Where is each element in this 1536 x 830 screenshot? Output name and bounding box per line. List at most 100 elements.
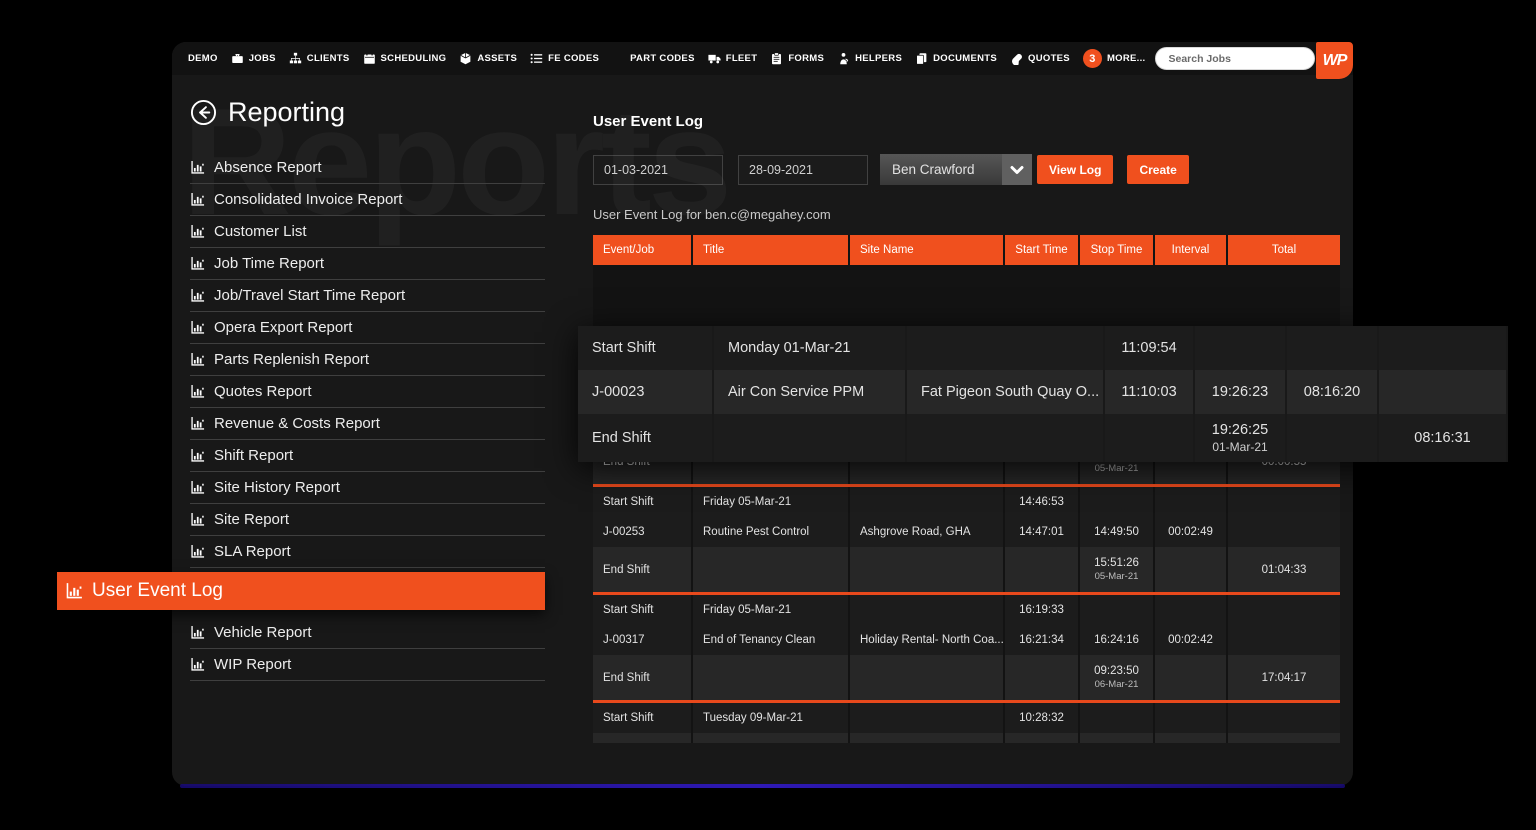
magnified-rows-overlay: Start ShiftMonday 01-Mar-2111:09:54J-000…	[578, 326, 1508, 462]
sidebar-item-consolidated-invoice-report[interactable]: Consolidated Invoice Report	[190, 184, 545, 216]
cell-start-time: 14:47:01	[1005, 517, 1078, 547]
app-window: DEMO JOBS CLIENTS SCHEDULING ASSETS FE CODES P…	[172, 42, 1353, 786]
nav-item-more[interactable]: 3 MORE...	[1083, 49, 1146, 68]
create-button[interactable]: Create	[1127, 155, 1188, 184]
cell-interval: 00:02:42	[1155, 625, 1226, 655]
sidebar-item-shift-report[interactable]: Shift Report	[190, 440, 545, 472]
partial-cell	[693, 733, 848, 743]
cell-stop-time	[1080, 595, 1153, 625]
nav-item-part-codes[interactable]: PART CODES	[612, 52, 695, 65]
sidebar-item-quotes-report[interactable]: Quotes Report	[190, 376, 545, 408]
table-row: End Shift19:26:2501-Mar-2108:16:31	[578, 414, 1508, 462]
cell-total	[1228, 487, 1340, 517]
cell-interval	[1287, 414, 1377, 462]
bar-chart-icon	[190, 288, 205, 303]
sidebar-item-customer-list[interactable]: Customer List	[190, 216, 545, 248]
nav-item-label: QUOTES	[1028, 53, 1070, 64]
cell-total: 17:04:17	[1228, 655, 1340, 700]
sidebar-item-absence-report[interactable]: Absence Report	[190, 152, 545, 184]
cell-interval: 08:16:20	[1287, 370, 1377, 414]
nav-item-scheduling[interactable]: SCHEDULING	[363, 52, 447, 65]
cell-interval	[1155, 703, 1226, 733]
nav-item-assets[interactable]: ASSETS	[459, 52, 517, 65]
partial-cell	[593, 733, 691, 743]
bar-chart-icon	[190, 657, 205, 672]
column-header-stop-time: Stop Time	[1080, 235, 1153, 265]
nav-item-fleet[interactable]: FLEET	[708, 52, 758, 65]
cell-title	[693, 655, 848, 700]
sidebar-item-job-time-report[interactable]: Job Time Report	[190, 248, 545, 280]
nav-item-quotes[interactable]: QUOTES	[1010, 52, 1070, 65]
sidebar-item-vehicle-report[interactable]: Vehicle Report	[190, 617, 545, 649]
date-to-input[interactable]	[738, 155, 868, 185]
nav-item-documents[interactable]: DOCUMENTS	[915, 52, 997, 65]
workpal-logo[interactable]: WP	[1316, 42, 1353, 79]
sidebar-item-label: Consolidated Invoice Report	[214, 191, 402, 208]
cell-start-time: 16:19:33	[1005, 595, 1078, 625]
sidebar-item-job-travel-start-time-report[interactable]: Job/Travel Start Time Report	[190, 280, 545, 312]
section-title: User Event Log	[593, 113, 1340, 130]
sidebar-item-label: Job Time Report	[214, 255, 324, 272]
view-log-button[interactable]: View Log	[1037, 155, 1113, 184]
bar-chart-icon	[190, 384, 205, 399]
sidebar-item-revenue-costs-report[interactable]: Revenue & Costs Report	[190, 408, 545, 440]
nav-right-group: 3 MORE...	[1083, 47, 1316, 70]
bar-chart-icon	[190, 192, 205, 207]
sidebar-item-site-report[interactable]: Site Report	[190, 504, 545, 536]
nav-item-label: FLEET	[726, 53, 758, 64]
sidebar-item-label: Job/Travel Start Time Report	[214, 287, 405, 304]
nav-item-helpers[interactable]: HELPERS	[837, 52, 902, 65]
table-row: Start ShiftTuesday 09-Mar-2110:28:32	[593, 703, 1340, 733]
cell-start-time	[1105, 414, 1193, 462]
cell-interval	[1155, 487, 1226, 517]
event-log-table: Event/JobTitleSite NameStart TimeStop Ti…	[593, 235, 1340, 743]
bar-chart-icon	[190, 256, 205, 271]
cell-interval: 00:02:49	[1155, 517, 1226, 547]
cell-title	[714, 414, 905, 462]
cell-interval	[1155, 547, 1226, 592]
nav-item-label: JOBS	[249, 53, 276, 64]
sidebar-item-user-event-log[interactable]: User Event Log	[57, 572, 545, 610]
sidebar-item-label: Site Report	[214, 511, 289, 528]
sidebar-item-label: Parts Replenish Report	[214, 351, 369, 368]
nav-item-clients[interactable]: CLIENTS	[289, 52, 350, 65]
log-subtitle: User Event Log for ben.c@megahey.com	[593, 207, 1340, 222]
sidebar-item-site-history-report[interactable]: Site History Report	[190, 472, 545, 504]
sidebar-item-label: Quotes Report	[214, 383, 312, 400]
sidebar-item-label: SLA Report	[214, 543, 291, 560]
nav-item-demo[interactable]: DEMO	[188, 53, 218, 64]
cell-site-name: Ashgrove Road, GHA	[850, 517, 1003, 547]
nav-item-fe-codes[interactable]: FE CODES	[530, 52, 599, 65]
sidebar-item-sla-report[interactable]: SLA Report	[190, 536, 545, 568]
cell-site-name	[850, 703, 1003, 733]
cell-event-job: J-00317	[593, 625, 691, 655]
briefcase-icon	[231, 52, 244, 65]
nav-item-label: HELPERS	[855, 53, 902, 64]
sidebar-item-label: Site History Report	[214, 479, 340, 496]
sidebar-item-opera-export-report[interactable]: Opera Export Report	[190, 312, 545, 344]
partial-cell	[1005, 733, 1078, 743]
cell-start-time	[1005, 655, 1078, 700]
cell-event-job: J-00253	[593, 517, 691, 547]
bar-chart-icon	[190, 512, 205, 527]
user-select[interactable]: Ben Crawford	[880, 154, 1032, 185]
page-title: Reporting	[228, 97, 345, 128]
cell-event-job: End Shift	[593, 547, 691, 592]
date-from-input[interactable]	[593, 155, 723, 185]
nav-item-label: ASSETS	[477, 53, 517, 64]
sidebar-item-parts-replenish-report[interactable]: Parts Replenish Report	[190, 344, 545, 376]
nav-item-label: DOCUMENTS	[933, 53, 997, 64]
table-row: J-00317End of Tenancy CleanHoliday Renta…	[593, 625, 1340, 655]
cell-title: Routine Pest Control	[693, 517, 848, 547]
back-button[interactable]	[190, 99, 217, 126]
cell-site-name	[850, 547, 1003, 592]
nav-item-forms[interactable]: FORMS	[770, 52, 824, 65]
sidebar-item-wip-report[interactable]: WIP Report	[190, 649, 545, 681]
cell-total: 01:04:33	[1228, 547, 1340, 592]
nav-item-jobs[interactable]: JOBS	[231, 52, 276, 65]
search-input[interactable]	[1155, 47, 1315, 70]
sidebar-item-label: User Event Log	[92, 580, 223, 602]
paperclip-icon	[1010, 52, 1023, 65]
filter-bar: Ben Crawford View Log Create	[593, 154, 1340, 185]
sidebar-item-label: Opera Export Report	[214, 319, 352, 336]
